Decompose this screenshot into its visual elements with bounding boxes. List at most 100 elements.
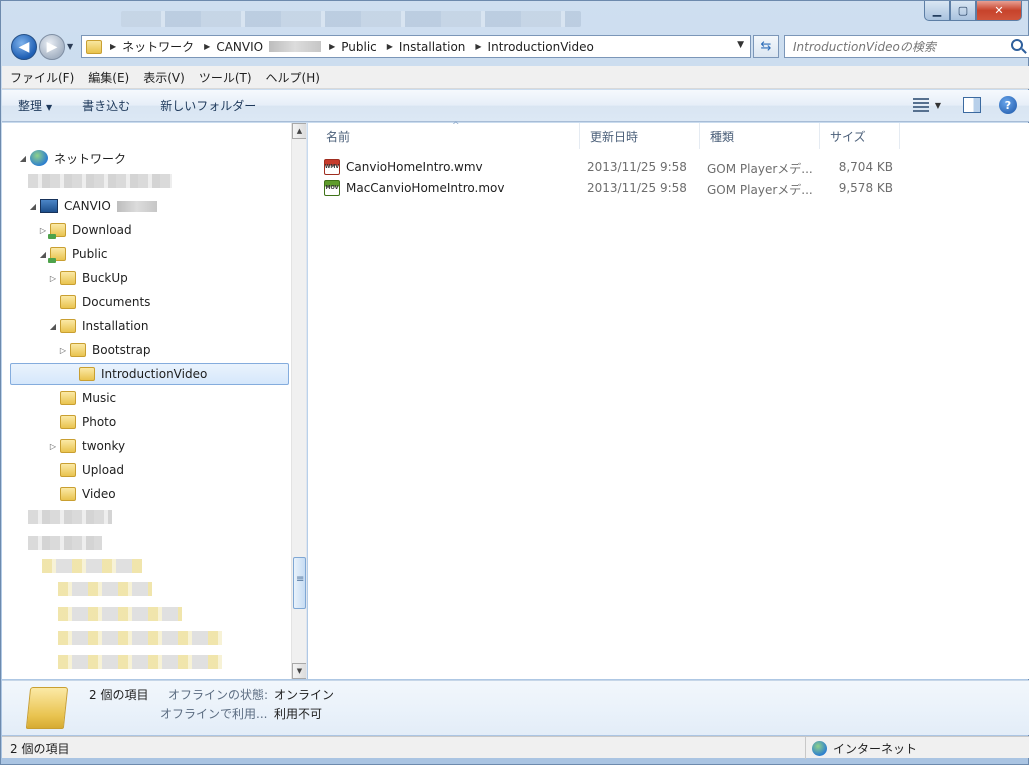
expanded-icon[interactable]: ◢ — [38, 250, 48, 259]
folder-icon — [60, 391, 76, 405]
search-box[interactable] — [784, 35, 1029, 58]
video-file-icon: WMV — [324, 159, 340, 175]
back-button[interactable]: ◀ — [11, 34, 37, 60]
collapsed-icon[interactable]: ▷ — [48, 442, 58, 451]
refresh-button[interactable]: ⇆ — [753, 35, 779, 58]
collapsed-icon[interactable]: ▷ — [58, 346, 68, 355]
offline-availability-label: オフラインで利用... — [160, 707, 268, 721]
menu-edit[interactable]: 編集(E) — [88, 69, 129, 86]
collapsed-icon[interactable]: ▷ — [48, 274, 58, 283]
breadcrumb-network[interactable]: ネットワーク ▶ — [122, 38, 216, 55]
tree-item-music[interactable]: Music — [48, 387, 116, 409]
blurred-tree-item — [58, 607, 182, 621]
view-options-icon[interactable] — [912, 98, 929, 112]
expanded-icon[interactable]: ◢ — [28, 202, 38, 211]
forward-arrow-icon: ▶ — [46, 39, 58, 55]
folder-icon — [70, 343, 86, 357]
breadcrumb-introductionvideo[interactable]: IntroductionVideo — [488, 40, 594, 54]
globe-icon — [812, 740, 827, 756]
navigation-pane[interactable]: ◢ ネットワーク ◢ CANVIO ▷ Download ◢ Public ▷ … — [2, 123, 307, 679]
new-folder-button[interactable]: 新しいフォルダー — [160, 97, 256, 114]
chevron-right-icon: ▶ — [386, 42, 393, 51]
shared-folder-icon — [48, 223, 66, 239]
file-size: 9,578 KB — [838, 181, 893, 195]
address-dropdown-icon[interactable]: ▼ — [737, 40, 744, 50]
breadcrumb-canvio[interactable]: CANVIO ▶ — [216, 40, 341, 54]
column-header-name[interactable]: 名前 ^ — [316, 121, 580, 149]
folder-icon — [60, 319, 76, 333]
search-icon[interactable] — [1011, 39, 1023, 51]
tree-item-photo[interactable]: Photo — [48, 411, 116, 433]
tree-item-bootstrap[interactable]: ▷ Bootstrap — [58, 339, 150, 361]
blurred-tree-item — [28, 536, 102, 550]
breadcrumb-installation[interactable]: Installation ▶ — [399, 40, 488, 54]
blurred-tree-item — [42, 559, 142, 573]
video-file-icon: MOV — [324, 180, 340, 196]
status-item-count: 2 個の項目 — [10, 742, 70, 756]
command-bar-right: ▼ ? — [912, 96, 1017, 114]
folder-icon — [60, 295, 76, 309]
blurred-tree-item — [58, 582, 152, 596]
chevron-down-icon: ▼ — [46, 103, 53, 112]
column-header-size[interactable]: サイズ — [820, 123, 900, 149]
security-zone: インターネット — [805, 737, 917, 759]
scroll-thumb[interactable] — [293, 557, 306, 609]
scroll-up-button[interactable]: ▲ — [292, 123, 306, 139]
column-header-type[interactable]: 種類 — [700, 123, 820, 149]
blurred-tree-item — [58, 655, 222, 669]
tree-item-download[interactable]: ▷ Download — [38, 219, 132, 241]
tree-item-twonky[interactable]: ▷ twonky — [48, 435, 125, 457]
file-list[interactable]: 名前 ^ 更新日時 種類 サイズ WMV CanvioHomeIntro.wmv… — [308, 121, 1029, 679]
folder-icon — [60, 271, 76, 285]
forward-button[interactable]: ▶ — [39, 34, 65, 60]
collapsed-icon[interactable]: ▷ — [38, 226, 48, 235]
preview-pane-icon[interactable] — [963, 97, 981, 113]
recent-pages-dropdown[interactable]: ▼ — [67, 42, 73, 51]
offline-status-label: オフラインの状態: — [168, 688, 269, 702]
tree-item-buckup[interactable]: ▷ BuckUp — [48, 267, 128, 289]
folder-icon — [60, 439, 76, 453]
maximize-button[interactable]: ▢ — [950, 1, 976, 21]
offline-availability-value: 利用不可 — [274, 707, 323, 721]
breadcrumb-root[interactable]: ▶ — [108, 42, 122, 51]
breadcrumb-public[interactable]: Public ▶ — [341, 40, 399, 54]
chevron-right-icon: ▶ — [204, 42, 211, 51]
burn-button[interactable]: 書き込む — [82, 97, 130, 114]
explorer-window: ▁ ▢ ✕ ◀ ▶ ▼ ▶ ネットワーク ▶ CANVIO ▶ Public ▶ In… — [0, 0, 1029, 765]
back-arrow-icon: ◀ — [18, 39, 30, 55]
tree-item-network[interactable]: ◢ ネットワーク — [18, 147, 126, 169]
file-row[interactable]: MOV MacCanvioHomeIntro.mov — [324, 178, 504, 198]
organize-button[interactable]: 整理 ▼ — [18, 97, 52, 114]
tree-item-upload[interactable]: Upload — [48, 459, 124, 481]
menu-view[interactable]: 表示(V) — [143, 69, 185, 86]
folder-icon — [86, 39, 102, 54]
tree-item-installation[interactable]: ◢ Installation — [48, 315, 148, 337]
file-date: 2013/11/25 9:58 — [587, 160, 687, 174]
menu-tools[interactable]: ツール(T) — [199, 69, 252, 86]
minimize-button[interactable]: ▁ — [924, 1, 950, 21]
address-bar[interactable]: ▶ ネットワーク ▶ CANVIO ▶ Public ▶ Installation ▶ … — [81, 35, 751, 58]
tree-item-video[interactable]: Video — [48, 483, 116, 505]
expanded-icon[interactable]: ◢ — [48, 322, 58, 331]
menu-help[interactable]: ヘルプ(H) — [266, 69, 320, 86]
column-header-date[interactable]: 更新日時 — [580, 123, 700, 149]
folder-icon — [60, 415, 76, 429]
tree-item-public[interactable]: ◢ Public — [38, 243, 108, 265]
file-row[interactable]: WMV CanvioHomeIntro.wmv — [324, 157, 483, 177]
expanded-icon[interactable]: ◢ — [18, 154, 28, 163]
close-button[interactable]: ✕ — [976, 1, 1022, 21]
chevron-right-icon: ▶ — [329, 42, 336, 51]
tree-item-introductionvideo[interactable]: IntroductionVideo — [10, 363, 289, 385]
tree-item-canvio[interactable]: ◢ CANVIO — [28, 195, 157, 217]
computer-icon — [40, 199, 58, 213]
file-type: GOM Playerメデ... — [707, 162, 813, 176]
help-icon[interactable]: ? — [999, 96, 1017, 114]
menu-file[interactable]: ファイル(F) — [10, 69, 74, 86]
folder-icon — [60, 487, 76, 501]
chevron-right-icon: ▶ — [475, 42, 482, 51]
view-dropdown-icon[interactable]: ▼ — [935, 101, 941, 110]
tree-item-documents[interactable]: Documents — [48, 291, 150, 313]
nav-scrollbar[interactable]: ▲ ▼ — [291, 123, 306, 679]
scroll-down-button[interactable]: ▼ — [292, 663, 306, 679]
search-input[interactable] — [793, 39, 993, 54]
